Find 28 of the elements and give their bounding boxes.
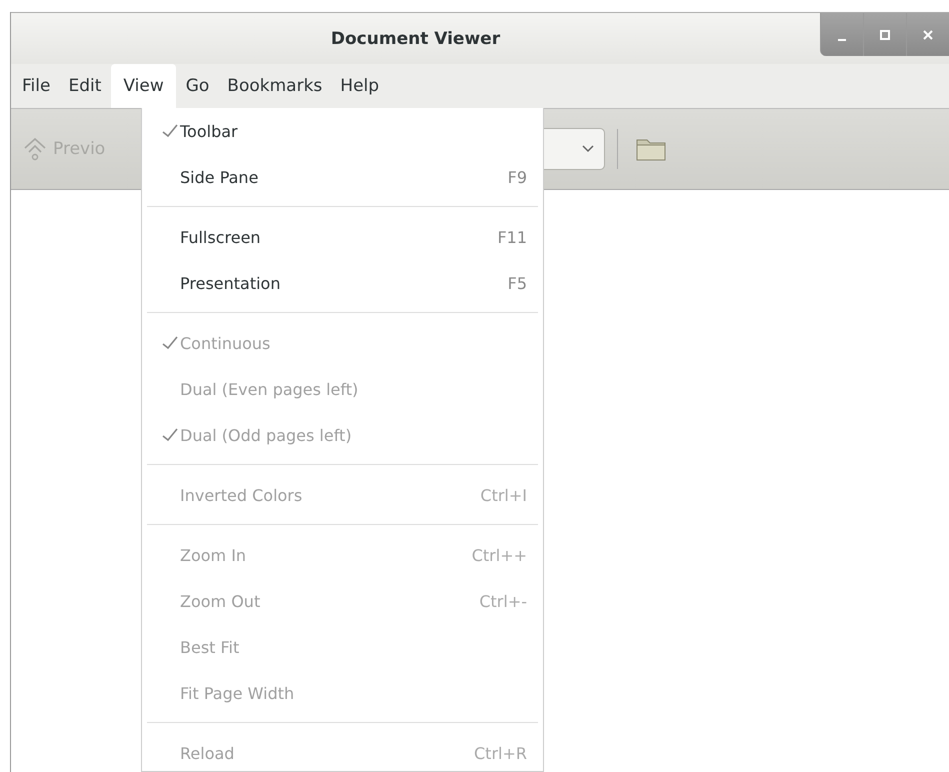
shortcut-label: Ctrl+I — [480, 486, 527, 504]
shortcut-label: Ctrl++ — [472, 546, 527, 564]
shortcut-label: Ctrl+R — [474, 744, 527, 762]
menu-item[interactable]: Bookmarks — [219, 64, 330, 108]
menu-item[interactable]: View — [111, 64, 176, 108]
menu-option[interactable]: Fullscreen F11 — [142, 214, 543, 260]
chevron-down-icon — [582, 145, 594, 153]
up-arrow-icon — [23, 136, 47, 162]
shortcut-label: F5 — [508, 274, 527, 292]
close-button[interactable] — [906, 13, 949, 56]
maximize-button[interactable] — [863, 13, 906, 56]
minimize-button[interactable] — [820, 13, 863, 56]
menu-option[interactable]: Toolbar — [142, 108, 543, 154]
menu-option[interactable]: Presentation F5 — [142, 260, 543, 306]
menu-item[interactable]: Edit — [60, 64, 110, 108]
menu-item[interactable]: Go — [178, 64, 218, 108]
close-icon — [922, 28, 934, 40]
shortcut-label: F11 — [497, 228, 527, 246]
folder-icon — [636, 137, 666, 161]
folder-button[interactable] — [636, 137, 666, 161]
shortcut-label: Ctrl+- — [479, 592, 527, 610]
minimize-icon — [838, 38, 846, 40]
window-title: Document Viewer — [330, 28, 500, 48]
menu-option[interactable]: Side Pane F9 — [142, 154, 543, 200]
shortcut-label: F9 — [508, 168, 527, 186]
menu-item[interactable]: File — [14, 64, 58, 108]
maximize-icon — [879, 28, 891, 40]
menu-item[interactable]: Help — [332, 64, 388, 108]
